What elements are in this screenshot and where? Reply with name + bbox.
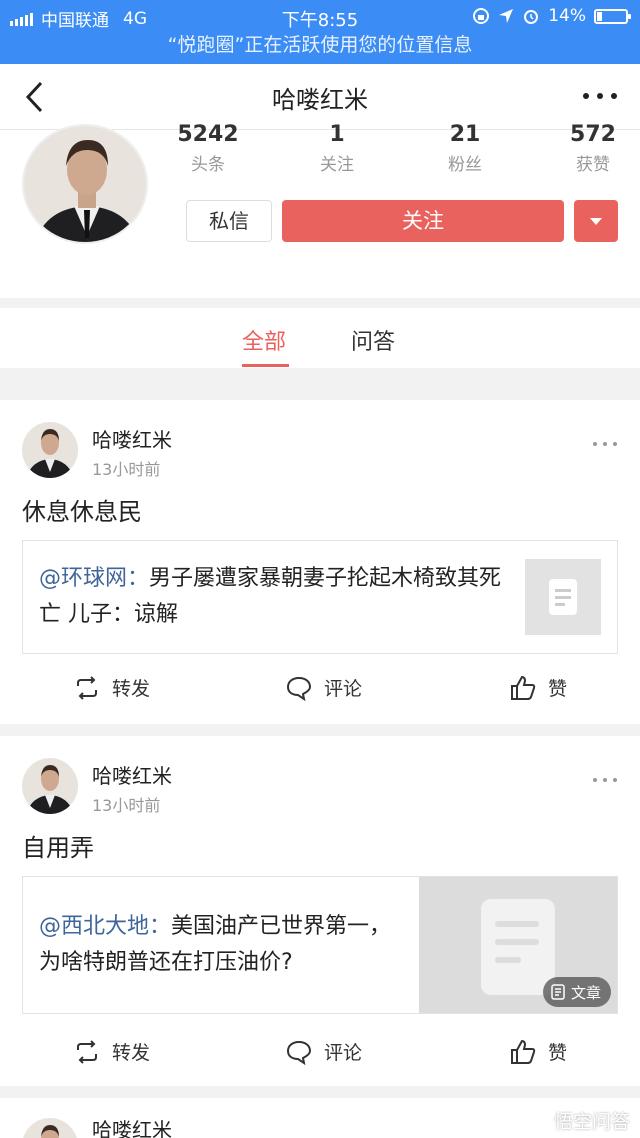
battery-percent: 14%: [548, 6, 586, 26]
follow-button[interactable]: 关注: [282, 200, 564, 242]
battery-icon: [594, 8, 631, 24]
article-thumbnail: 文章: [419, 877, 617, 1013]
post-author[interactable]: 哈喽红米: [92, 1114, 172, 1138]
shared-article-card[interactable]: @西北大地：美国油产已世界第一，为啥特朗普还在打压油价? 文章: [22, 876, 618, 1014]
location-arrow-icon: [499, 9, 514, 23]
tab-qa[interactable]: 问答: [351, 324, 395, 356]
post-actions: 转发 评论 赞: [0, 674, 640, 714]
post-text: 休息休息民: [22, 498, 142, 526]
avatar[interactable]: [22, 758, 78, 814]
alarm-icon: [524, 10, 539, 24]
post-author[interactable]: 哈喽红米: [92, 760, 172, 789]
profile-header: 5242 头条 1 关注 21 粉丝 572 获赞 私信 关注: [0, 122, 640, 298]
post-card: 哈喽红米 13小时前 休息休息民 @环球网：男子屡遭家暴朝妻子抡起木椅致其死亡 …: [0, 400, 640, 724]
follow-dropdown-button[interactable]: [574, 200, 618, 242]
nav-bar: 哈喽红米: [0, 64, 640, 130]
more-icon[interactable]: [592, 776, 618, 784]
avatar[interactable]: [22, 124, 148, 244]
stat-likes[interactable]: 572 获赞: [553, 122, 633, 175]
comment-button[interactable]: 评论: [286, 674, 362, 701]
thumbs-up-icon: [511, 1039, 536, 1064]
post-actions: 转发 评论 赞: [0, 1038, 640, 1078]
more-icon[interactable]: [592, 440, 618, 448]
article-source[interactable]: @西北大地：: [39, 914, 171, 939]
page-title: 哈喽红米: [272, 86, 368, 114]
stat-followers[interactable]: 21 粉丝: [425, 122, 505, 175]
avatar[interactable]: [22, 1118, 78, 1138]
message-button[interactable]: 私信: [186, 200, 272, 242]
article-thumbnail: [525, 559, 601, 635]
post-time: 13小时前: [92, 460, 161, 479]
tab-indicator: [242, 364, 289, 367]
rotation-lock-icon: [473, 8, 490, 24]
stat-following[interactable]: 1 关注: [297, 122, 377, 175]
post-time: 13小时前: [92, 796, 161, 815]
location-notice[interactable]: “悦跑圈”正在活跃使用您的位置信息: [0, 32, 640, 64]
comment-button[interactable]: 评论: [286, 1038, 362, 1065]
thumbs-up-icon: [511, 675, 536, 700]
document-icon: [549, 579, 577, 615]
like-button[interactable]: 赞: [510, 674, 567, 701]
post-author[interactable]: 哈喽红米: [92, 424, 172, 453]
article-badge: 文章: [542, 977, 611, 1007]
status-bar: 中国联通 4G 下午8:55 14%: [0, 0, 640, 32]
wukong-logo-icon: [521, 1110, 548, 1131]
comment-icon: [286, 1040, 312, 1065]
article-source[interactable]: @环球网：: [39, 566, 149, 591]
tab-bar: 全部 问答: [0, 308, 640, 368]
repost-icon: [77, 1039, 97, 1064]
like-button[interactable]: 赞: [510, 1038, 567, 1065]
post-card: 哈喽红米 13小时前 自用弄 @西北大地：美国油产已世界第一，为啥特朗普还在打压…: [0, 736, 640, 1086]
more-icon[interactable]: [580, 86, 620, 106]
repost-button[interactable]: 转发: [74, 674, 150, 701]
shared-article-card[interactable]: @环球网：男子屡遭家暴朝妻子抡起木椅致其死亡 儿子：谅解: [22, 540, 618, 654]
avatar[interactable]: [22, 422, 78, 478]
repost-button[interactable]: 转发: [74, 1038, 150, 1065]
tab-all[interactable]: 全部: [242, 324, 286, 356]
stat-headlines[interactable]: 5242 头条: [168, 122, 248, 175]
post-text: 自用弄: [22, 834, 94, 862]
watermark: 悟空问答: [521, 1107, 630, 1134]
article-icon: [551, 984, 565, 1000]
comment-icon: [286, 676, 312, 701]
repost-icon: [77, 675, 97, 700]
